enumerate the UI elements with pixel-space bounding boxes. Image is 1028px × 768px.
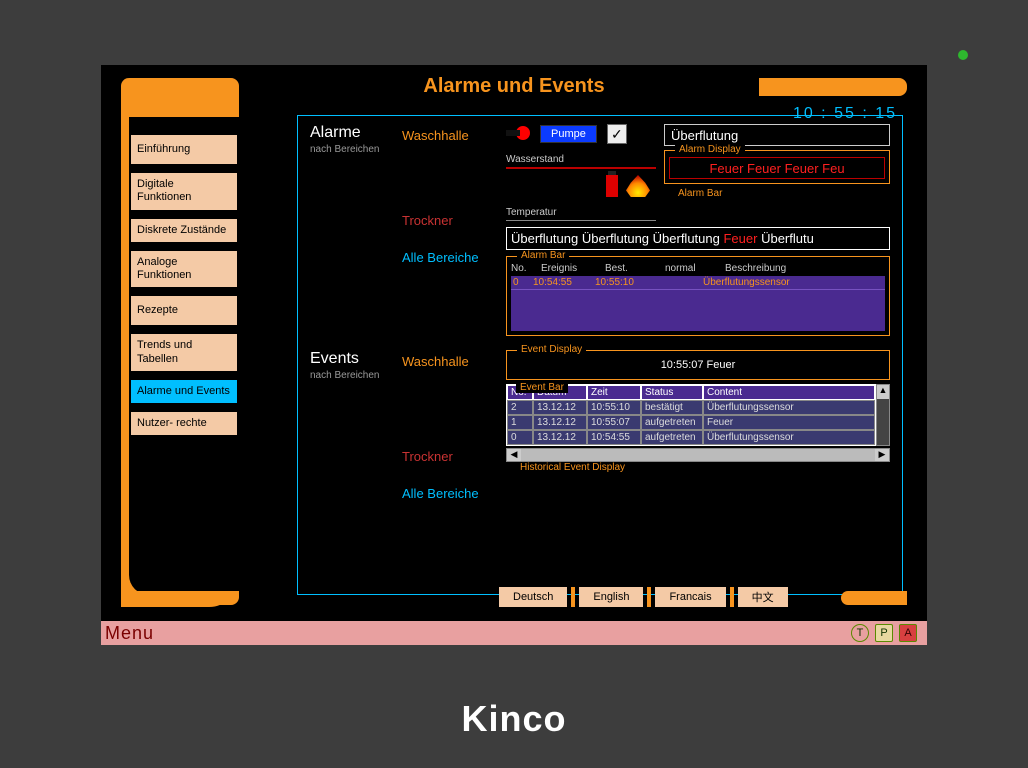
alarm-bar-legend-upper: Alarm Bar (674, 188, 726, 199)
nav-trends[interactable]: Trends und Tabellen (131, 334, 237, 370)
temp-label: Temperatur (506, 207, 656, 218)
event-bar-legend: Event Bar (516, 382, 568, 393)
alarm-display-group: Alarm Display Feuer Feuer Feuer Feu (664, 150, 890, 184)
chip-a[interactable]: A (899, 624, 917, 642)
alarm-bar-lower-group: Alarm Bar No. Ereignis Best. normal Besc… (506, 256, 890, 336)
decor-bottom-right (841, 591, 907, 605)
alarm-event-empty-rows (511, 289, 885, 331)
alarm-event-header: No. Ereignis Best. normal Beschreibung (511, 261, 885, 276)
hist-row-2[interactable]: 0 13.12.12 10:54:55 aufgetreten Überflut… (507, 430, 875, 445)
menu-label[interactable]: Menu (105, 623, 154, 644)
hmi-screen: Alarme und Events 10 : 55 : 15 Einführun… (101, 65, 927, 645)
nav-user-rights[interactable]: Nutzer- rechte (131, 412, 237, 435)
flame-icon (626, 175, 650, 197)
alarm-bar-wide: Überflutung Überflutung Überflutung Feue… (506, 227, 890, 250)
hdr-no: No. (511, 263, 531, 274)
extinguisher-icon (606, 175, 618, 197)
nav-digital-func[interactable]: Digitale Funktionen (131, 173, 237, 209)
level-label: Wasserstand (506, 154, 656, 165)
th-zeit: Zeit (587, 385, 641, 400)
event-display-legend: Event Display (517, 344, 586, 355)
hist-row-0[interactable]: 2 13.12.12 10:55:10 bestätigt Überflutun… (507, 400, 875, 415)
event-display-line: 10:55:07 Feuer (511, 355, 885, 375)
event-display-group: Event Display 10:55:07 Feuer (506, 350, 890, 380)
evr-beschr: Überflutungssensor (703, 277, 790, 288)
event-area-waschhalle[interactable]: Waschhalle (402, 354, 506, 369)
nav-discrete[interactable]: Diskrete Zustände (131, 219, 237, 242)
alarm-display-text: Feuer Feuer Feuer Feu (669, 157, 885, 179)
alarm-area-all[interactable]: Alle Bereiche (402, 250, 506, 265)
decor-bottom-left (121, 591, 239, 605)
hscroll[interactable]: ◀ ▶ (506, 448, 890, 462)
hdr-best: Best. (605, 263, 655, 274)
alarm-area-waschhalle[interactable]: Waschhalle (402, 128, 506, 143)
historical-table: No. Datum Zeit Status Content 2 13.12.12 (506, 384, 890, 446)
pump-button[interactable]: Pumpe (540, 125, 597, 143)
main-panel: Alarme nach Bereichen Waschhalle Trockne… (297, 115, 903, 595)
siren-icon (506, 124, 532, 144)
brand-logo: Kinco (0, 698, 1028, 740)
alarms-subtitle: nach Bereichen (310, 144, 402, 155)
th-status: Status (641, 385, 703, 400)
event-area-all[interactable]: Alle Bereiche (402, 486, 506, 501)
hdr-normal: normal (665, 263, 715, 274)
lang-fr[interactable]: Francais (655, 587, 725, 607)
status-bar: Menu T P A (101, 621, 927, 645)
hist-row-1[interactable]: 1 13.12.12 10:55:07 aufgetreten Feuer (507, 415, 875, 430)
chip-t[interactable]: T (851, 624, 869, 642)
nav-analog-func[interactable]: Analoge Funktionen (131, 251, 237, 287)
current-alarm-box: Überflutung (664, 124, 890, 146)
alarm-display-legend: Alarm Display (675, 144, 745, 155)
scroll-left-icon[interactable]: ◀ (507, 449, 521, 461)
alarm-bar-fire: Feuer (723, 231, 757, 246)
pump-checkbox[interactable]: ✓ (607, 124, 627, 144)
chip-p[interactable]: P (875, 624, 893, 642)
alarm-bar-lower-legend: Alarm Bar (517, 250, 569, 261)
scroll-right-icon[interactable]: ▶ (875, 449, 889, 461)
sidebar-nav: Einführung Digitale Funktionen Diskrete … (131, 135, 237, 435)
hdr-ereignis: Ereignis (541, 263, 595, 274)
alarm-bar-tail: Überflutu (761, 231, 814, 246)
lang-zh[interactable]: 中文 (738, 587, 788, 607)
lang-en[interactable]: English (579, 587, 643, 607)
events-subtitle: nach Bereichen (310, 370, 402, 381)
nav-introduction[interactable]: Einführung (131, 135, 237, 164)
lang-de[interactable]: Deutsch (499, 587, 567, 607)
scroll-track[interactable] (521, 449, 875, 461)
alarm-area-trockner[interactable]: Trockner (402, 213, 506, 228)
level-rule (506, 167, 656, 169)
decor-top-right (759, 78, 907, 96)
alarm-bar-text: Überflutung Überflutung Überflutung (511, 231, 720, 246)
hist-legend: Historical Event Display (516, 462, 629, 473)
evr-normal (653, 277, 703, 288)
hdr-beschr: Beschreibung (725, 263, 786, 274)
power-led (958, 50, 968, 60)
alarm-event-row[interactable]: 0 10:54:55 10:55:10 Überflutungssensor (511, 276, 885, 289)
event-area-trockner[interactable]: Trockner (402, 449, 506, 464)
events-title: Events (310, 350, 402, 368)
language-row: Deutsch English Francais 中文 (499, 587, 788, 607)
temp-rule (506, 220, 656, 221)
nav-recipes[interactable]: Rezepte (131, 296, 237, 325)
evr-no: 0 (513, 277, 533, 288)
evr-ereignis: 10:54:55 (533, 277, 595, 288)
th-content: Content (703, 385, 875, 400)
vscroll[interactable]: ▲ (876, 384, 890, 446)
alarms-title: Alarme (310, 124, 402, 142)
evr-best: 10:55:10 (595, 277, 653, 288)
nav-alarms-events[interactable]: Alarme und Events (131, 380, 237, 403)
